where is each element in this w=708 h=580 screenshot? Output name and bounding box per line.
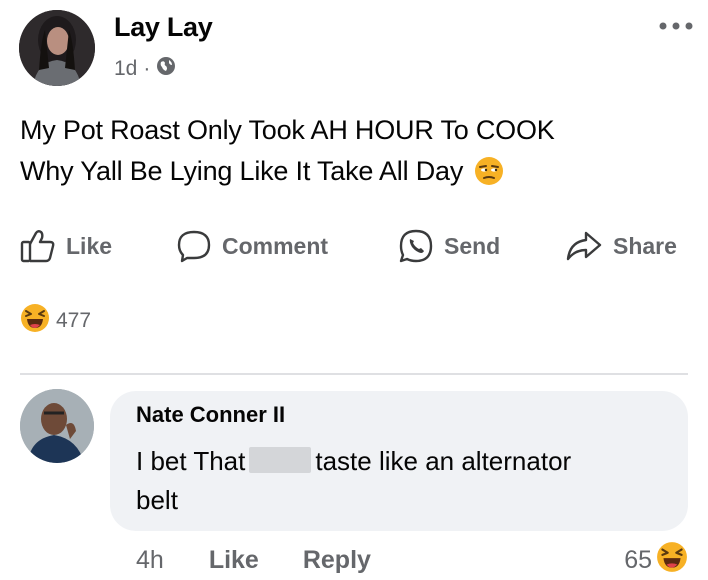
thumbs-up-icon	[20, 229, 56, 263]
send-button-label: Send	[444, 232, 501, 259]
comment-text: I bet That taste like an alternator belt	[136, 442, 676, 520]
whatsapp-send-icon	[398, 228, 434, 264]
commenter-avatar[interactable]	[20, 389, 94, 463]
comment-bubble-icon	[176, 229, 212, 263]
reaction-summary[interactable]: 477	[20, 303, 91, 339]
commenter-name[interactable]: Nate Conner II	[136, 402, 285, 428]
share-arrow-icon	[565, 230, 603, 262]
author-avatar-image	[19, 10, 95, 86]
post-text-line-2: Why Yall Be Lying Like It Take All Day	[20, 151, 690, 198]
post-time[interactable]: 1d	[114, 57, 137, 81]
comment-text-start: I bet That	[136, 446, 246, 476]
post-meta: 1d ·	[114, 56, 176, 82]
unamused-face-emoji	[474, 156, 504, 198]
send-button[interactable]: Send	[398, 223, 500, 269]
post-action-bar: Like Comment Send Share	[0, 223, 708, 269]
redacted-word	[249, 447, 312, 473]
comment-reaction-count: 65	[624, 546, 652, 574]
post-text-line-2-text: Why Yall Be Lying Like It Take All Day	[20, 156, 464, 186]
meta-separator: ·	[143, 57, 151, 80]
share-button[interactable]: Share	[565, 223, 677, 269]
like-button-label: Like	[66, 232, 113, 259]
more-dots-icon[interactable]	[658, 14, 694, 37]
section-divider	[20, 373, 688, 375]
comment-meta: 4h Like Reply	[136, 540, 371, 580]
comment-like-button[interactable]: Like	[209, 546, 259, 575]
comment-reply-button[interactable]: Reply	[303, 546, 371, 575]
comment-reaction-summary[interactable]: 65	[624, 541, 688, 580]
globe-icon	[156, 56, 176, 82]
author-avatar[interactable]	[19, 10, 95, 86]
laughing-emoji	[656, 541, 688, 580]
comment-text-line-2: belt	[136, 485, 178, 515]
post-author-name[interactable]: Lay Lay	[114, 12, 213, 43]
comment-time[interactable]: 4h	[136, 546, 164, 575]
comment-button[interactable]: Comment	[176, 223, 328, 269]
post-text-line-1: My Pot Roast Only Took AH HOUR To COOK	[20, 115, 555, 145]
comment-button-label: Comment	[222, 232, 329, 259]
post-text: My Pot Roast Only Took AH HOUR To COOK W…	[20, 110, 690, 198]
share-button-label: Share	[613, 232, 677, 259]
laughing-emoji	[20, 303, 50, 339]
commenter-avatar-image	[20, 389, 94, 463]
like-button[interactable]: Like	[20, 223, 112, 269]
comment-text-end: taste like an alternator	[315, 446, 572, 476]
reaction-count: 477	[56, 309, 92, 332]
